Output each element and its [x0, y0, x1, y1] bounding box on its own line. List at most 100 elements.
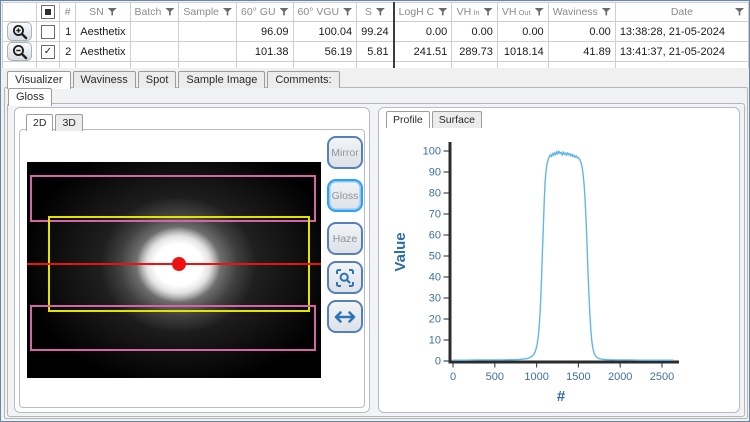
svg-text:Value: Value	[392, 232, 409, 271]
tab-waviness[interactable]: Waviness	[72, 71, 136, 88]
results-grid: # SN Batch Sample 60° GU 60° VGU S LogH C VH In V…	[2, 2, 750, 68]
column-header-s[interactable]: S	[356, 2, 395, 22]
cell-select: ✓	[36, 41, 60, 62]
svg-text:70: 70	[429, 209, 441, 221]
cell-num: 2	[58, 41, 77, 62]
filter-icon[interactable]	[107, 8, 117, 16]
cell-sn: Aesthetix	[75, 41, 131, 62]
column-header-waviness[interactable]: Waviness	[547, 2, 616, 22]
measurement-zone-top-overlay	[30, 175, 316, 222]
column-header-tool[interactable]	[2, 2, 37, 22]
application-window: # SN Batch Sample 60° GU 60° VGU S LogH C VH In V…	[0, 0, 750, 422]
profile-chart: 01020304050607080901000 500 1000 1500 2000 25…	[392, 142, 679, 405]
svg-text:60: 60	[429, 230, 441, 242]
cell-s: 5.81	[356, 41, 395, 62]
cell-tool	[2, 41, 37, 62]
cell-vh_in: 289.73	[451, 41, 498, 62]
cell-num: 1	[58, 21, 77, 42]
zoom-in-button[interactable]	[7, 22, 32, 41]
cell-vgu60: 56.19	[292, 41, 358, 62]
tab-gloss[interactable]: Gloss	[8, 88, 53, 106]
haze-button[interactable]: Haze	[327, 222, 363, 255]
svg-text:90: 90	[429, 167, 441, 179]
svg-text:20: 20	[429, 314, 441, 326]
cell-vgu60: 100.04	[292, 21, 358, 42]
filter-icon[interactable]	[735, 8, 744, 16]
svg-text:1000: 1000	[524, 371, 548, 383]
column-header-select[interactable]	[36, 2, 60, 22]
column-label: S	[364, 6, 372, 18]
cell-vh_in: 0.00	[451, 21, 498, 42]
cell-loghc: 241.51	[392, 41, 453, 62]
cell-select	[36, 21, 60, 42]
column-label: Date	[670, 6, 693, 18]
zoom-out-button[interactable]	[7, 42, 32, 61]
filter-icon[interactable]	[534, 8, 544, 16]
cell-waviness: 0.00	[547, 21, 616, 42]
swap-horizontal-button[interactable]	[327, 300, 363, 333]
column-header-sn[interactable]: SN	[75, 2, 131, 22]
column-header-date[interactable]: Date	[614, 2, 750, 22]
column-header-sample[interactable]: Sample	[178, 2, 237, 22]
table-row[interactable]: ✓ 2 Aesthetix 101.38 56.19 5.81 241.51 289.73 10…	[2, 41, 750, 62]
filter-icon[interactable]	[343, 8, 353, 16]
gloss-camera-image[interactable]	[27, 162, 321, 378]
row-checkbox[interactable]: ✓	[41, 44, 55, 59]
cell-batch	[129, 41, 180, 62]
cell-sn: Aesthetix	[75, 21, 131, 42]
column-label: Waviness	[552, 6, 598, 18]
table-row[interactable]: 1 Aesthetix 96.09 100.04 99.24 0.00 0.00 0.00 0.…	[2, 21, 750, 42]
filter-icon[interactable]	[601, 8, 611, 16]
column-label: LogH C	[398, 6, 435, 18]
column-header-vh_in[interactable]: VH In	[451, 2, 498, 22]
tab-spot[interactable]: Spot	[137, 71, 177, 88]
filter-icon[interactable]	[223, 8, 232, 16]
profile-tab-surface[interactable]: Surface	[431, 111, 482, 128]
table-header-row: # SN Batch Sample 60° GU 60° VGU S LogH C VH In V…	[2, 2, 750, 22]
view-tab-2d[interactable]: 2D	[26, 114, 54, 131]
results-table: # SN Batch Sample 60° GU 60° VGU S LogH C VH In V…	[2, 2, 750, 68]
svg-text:2000: 2000	[608, 371, 632, 383]
svg-text:0: 0	[435, 356, 441, 368]
svg-text:2500: 2500	[650, 371, 674, 383]
tab-comments[interactable]: Comments:	[267, 71, 340, 88]
cell-tool	[2, 21, 37, 42]
profile-cursor-dot[interactable]	[172, 257, 186, 271]
column-label: #	[64, 6, 71, 18]
column-header-vh_out[interactable]: VH Out	[496, 2, 549, 22]
column-header-vgu60[interactable]: 60° VGU	[292, 2, 358, 22]
profile-tab-strip: Profile Surface	[386, 111, 484, 128]
column-header-loghc[interactable]: LogH C	[392, 2, 453, 22]
svg-text:0: 0	[450, 371, 456, 383]
svg-text:80: 80	[429, 188, 441, 200]
column-label: 60° GU	[241, 6, 276, 18]
row-checkbox[interactable]	[41, 24, 55, 39]
column-header-batch[interactable]: Batch	[129, 2, 180, 22]
mirror-button[interactable]: Mirror	[327, 136, 363, 169]
cell-date: 13:41:37, 21-05-2024	[614, 41, 750, 62]
select-all-checkbox[interactable]	[41, 5, 55, 19]
button-label: Gloss	[331, 189, 359, 202]
profile-tab-profile[interactable]: Profile	[386, 111, 430, 128]
view-tab-3d[interactable]: 3D	[55, 114, 83, 131]
filter-icon[interactable]	[279, 8, 289, 16]
gloss-button[interactable]: Gloss	[327, 179, 363, 212]
column-header-num[interactable]: #	[58, 2, 77, 22]
main-tab-strip: Visualizer Waviness Spot Sample Image Commen…	[7, 71, 342, 89]
column-label: SN	[89, 6, 104, 18]
svg-text:10: 10	[429, 335, 441, 347]
zoom-region-button[interactable]	[327, 261, 363, 294]
tab-visualizer[interactable]: Visualizer	[7, 71, 71, 89]
cell-s: 99.24	[356, 21, 395, 42]
cell-batch	[129, 21, 180, 42]
filter-icon[interactable]	[483, 8, 493, 16]
column-sublabel: In	[471, 8, 480, 17]
filter-icon[interactable]	[438, 8, 448, 16]
empty-row	[2, 61, 750, 68]
column-header-gu60[interactable]: 60° GU	[236, 2, 294, 22]
view-tab-strip: 2D 3D	[26, 114, 85, 131]
filter-icon[interactable]	[165, 8, 175, 16]
cell-date: 13:38:28, 21-05-2024	[614, 21, 750, 42]
filter-icon[interactable]	[375, 8, 385, 16]
tab-sample-image[interactable]: Sample Image	[178, 71, 266, 88]
